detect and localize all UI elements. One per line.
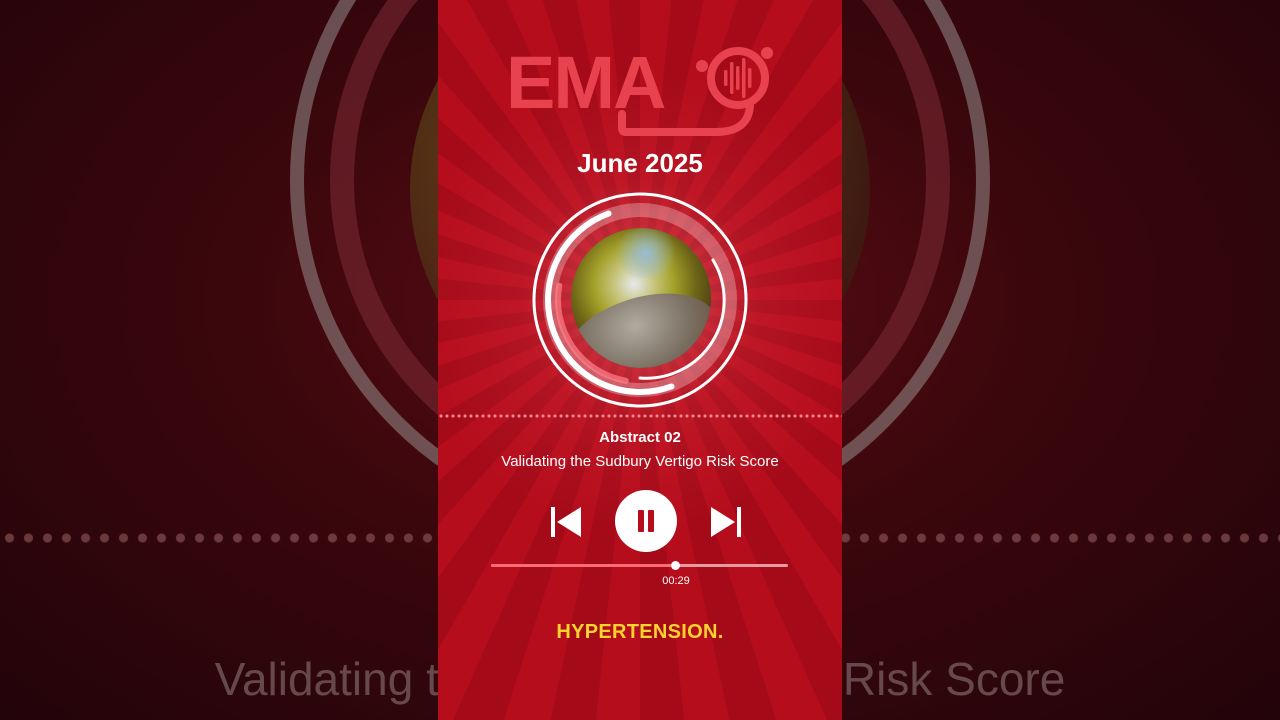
episode-artwork	[571, 228, 711, 368]
pause-icon-bar	[648, 510, 654, 532]
ema-logo: EMA	[506, 41, 773, 136]
elapsed-time: 00:29	[662, 575, 690, 587]
episode-title: Validating the Sudbury Vertigo Risk Scor…	[501, 453, 779, 470]
progress-bar[interactable]	[491, 561, 788, 570]
dotted-divider	[438, 413, 842, 419]
svg-text:EMA: EMA	[506, 41, 665, 124]
pause-button[interactable]	[615, 490, 677, 552]
abstract-label: Abstract 02	[599, 429, 681, 446]
player-panel: EMA June 2025 Abstract 02 Validating the…	[438, 0, 842, 720]
subtitle-caption: HYPERTENSION.	[556, 621, 724, 643]
previous-button[interactable]	[548, 505, 584, 539]
artwork-sky	[611, 228, 681, 278]
pause-icon	[638, 510, 644, 532]
next-button[interactable]	[708, 505, 744, 539]
artwork-road	[571, 275, 711, 368]
skip-previous-icon	[551, 507, 581, 537]
episode-month: June 2025	[577, 148, 703, 178]
skip-next-icon	[711, 507, 741, 537]
progress-fill	[491, 564, 676, 567]
